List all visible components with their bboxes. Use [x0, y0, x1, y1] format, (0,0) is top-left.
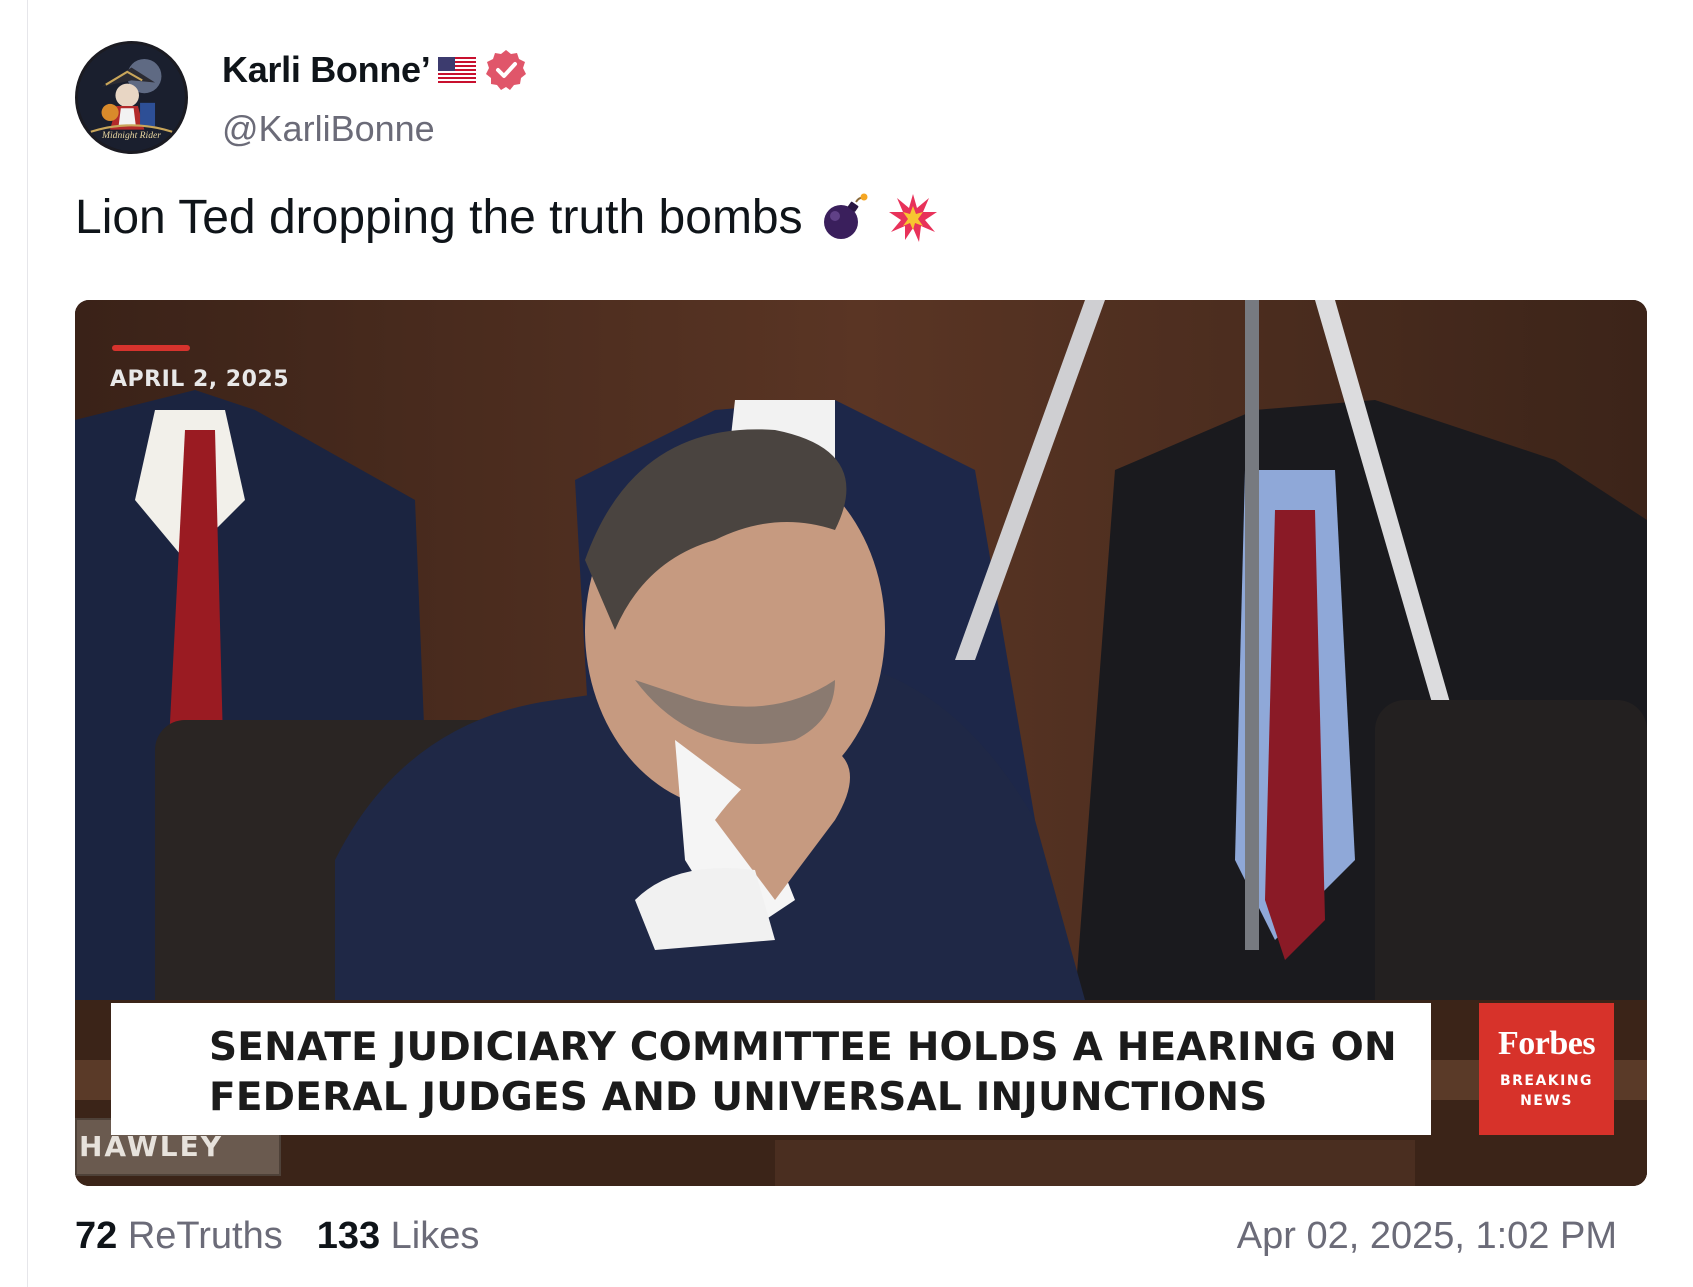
likes-label: Likes — [390, 1215, 480, 1257]
avatar-illustration: Midnight Rider — [78, 44, 185, 151]
bomb-emoji-icon — [823, 193, 868, 239]
verified-badge-icon — [486, 50, 527, 90]
author-handle[interactable]: @KarliBonne — [222, 108, 435, 150]
us-flag-icon — [438, 57, 477, 83]
chyron-line-1: SENATE JUDICIARY COMMITTEE HOLDS A HEARI… — [209, 1025, 1397, 1070]
author-avatar[interactable]: Midnight Rider — [75, 41, 188, 154]
date-accent-bar — [112, 345, 190, 351]
collision-emoji-icon — [888, 193, 937, 242]
post-text: Lion Ted dropping the truth bombs — [75, 191, 803, 244]
likes-count: 133 — [316, 1215, 381, 1257]
retruths-stat[interactable]: 72 ReTruths — [75, 1215, 283, 1258]
forbes-wordmark: Forbes — [1497, 1025, 1596, 1062]
avatar-caption: Midnight Rider — [101, 130, 161, 141]
post-stats: 72 ReTruths 133 Likes — [75, 1215, 479, 1258]
retruths-label: ReTruths — [127, 1215, 283, 1257]
forbes-breaking-news-logo: Forbes BREAKING NEWS — [1479, 1003, 1614, 1135]
retruths-count: 72 — [75, 1215, 118, 1257]
forbes-sub-news: NEWS — [1520, 1093, 1573, 1109]
forbes-sub-breaking: BREAKING — [1499, 1073, 1594, 1089]
author-name-row: Karli Bonne’ — [222, 48, 528, 92]
post-card: Midnight Rider Karli Bonne’ @KarliBonne … — [27, 0, 1693, 1287]
likes-stat[interactable]: 133 Likes — [317, 1215, 480, 1258]
post-timestamp[interactable]: Apr 02, 2025, 1:02 PM — [1237, 1215, 1617, 1258]
video-player[interactable]: APRIL 2, 2025 HAWLEY SENATE JUDICIARY CO… — [75, 300, 1647, 1186]
post-body: Lion Ted dropping the truth bombs — [75, 190, 939, 245]
news-chyron: SENATE JUDICIARY COMMITTEE HOLDS A HEARI… — [111, 1003, 1431, 1135]
chyron-line-2: FEDERAL JUDGES AND UNIVERSAL INJUNCTIONS — [209, 1075, 1268, 1120]
video-date-stamp: APRIL 2, 2025 — [110, 367, 290, 392]
author-display-name[interactable]: Karli Bonne’ — [222, 49, 431, 91]
